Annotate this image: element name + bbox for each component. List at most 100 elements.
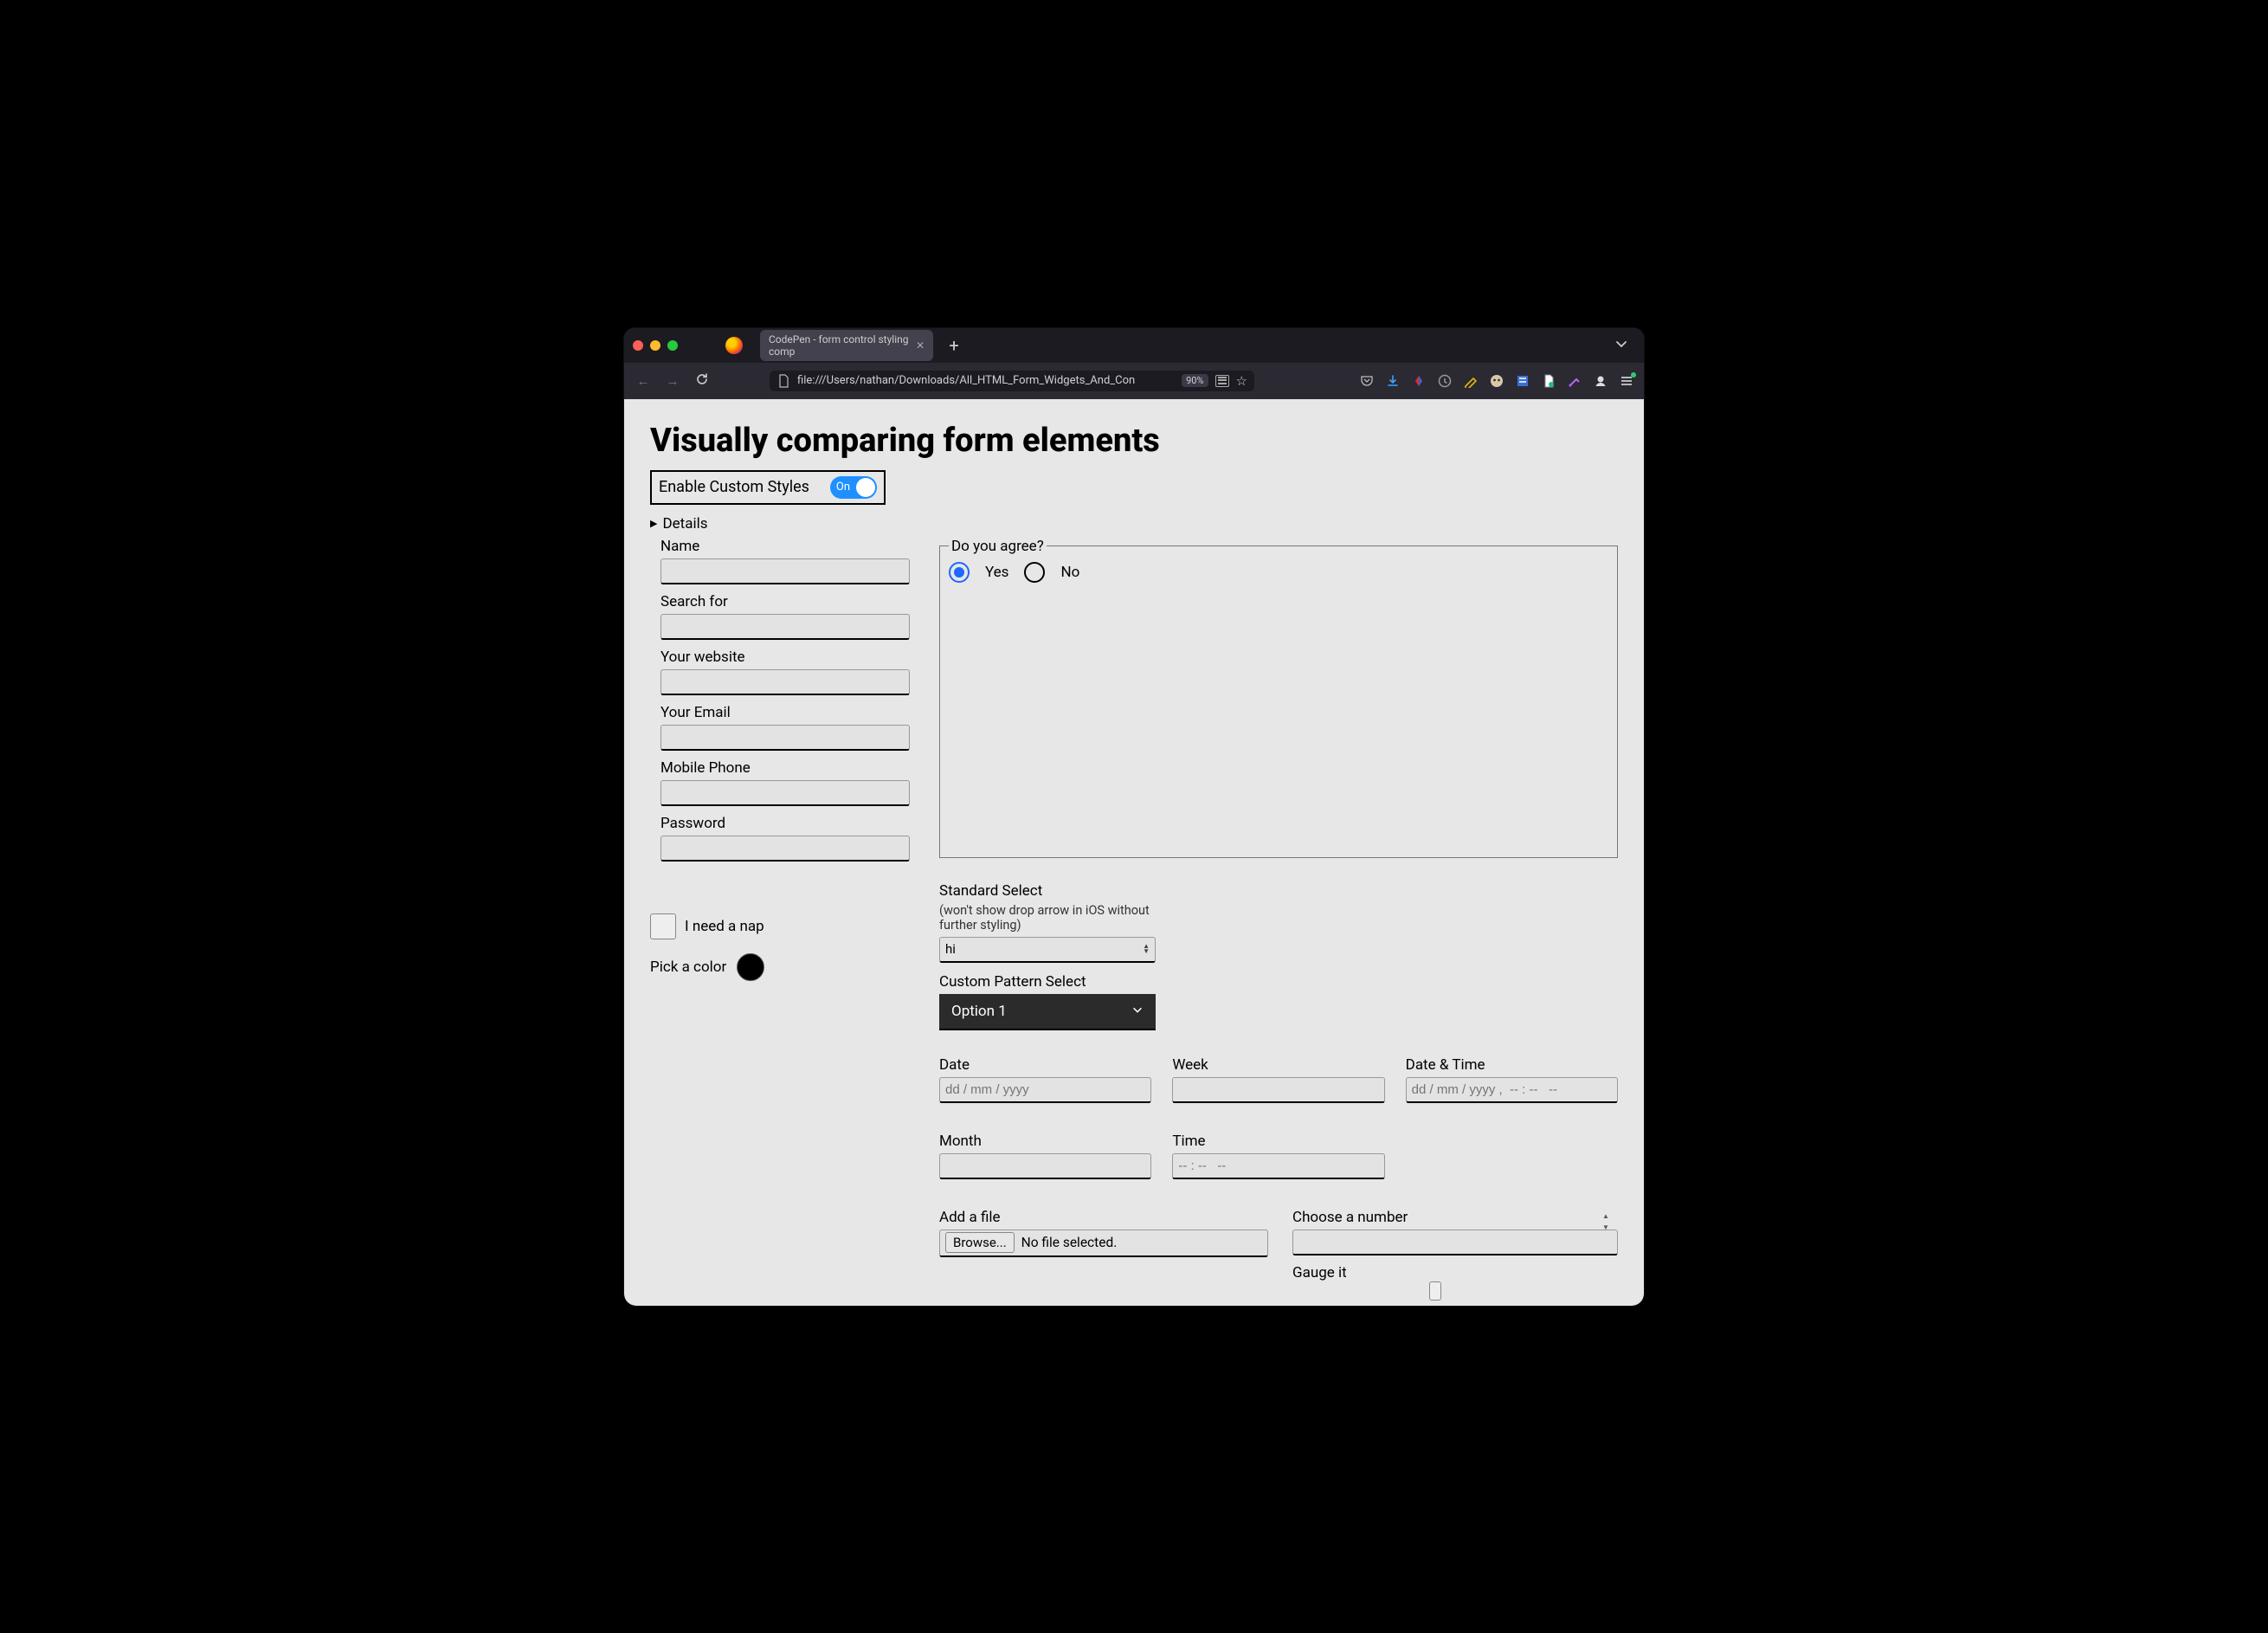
standard-select[interactable]: hi ▲▼	[939, 937, 1156, 963]
ext-icon-7[interactable]	[1568, 374, 1582, 388]
browser-window: CodePen - form control styling comp ✕ + …	[624, 328, 1644, 1306]
number-input[interactable]	[1292, 1230, 1618, 1255]
month-input[interactable]	[939, 1153, 1151, 1179]
custom-styles-switch[interactable]: On	[830, 476, 877, 499]
number-label: Choose a number	[1292, 1209, 1618, 1226]
radio-yes-label: Yes	[985, 564, 1008, 581]
week-input[interactable]	[1172, 1077, 1384, 1103]
file-label: Add a file	[939, 1209, 1268, 1226]
details-label: Details	[662, 515, 707, 532]
switch-knob	[856, 478, 875, 497]
agree-fieldset: Do you agree? Yes No	[939, 538, 1618, 858]
window-controls	[633, 340, 678, 351]
color-input[interactable]	[737, 953, 764, 981]
toggle-label: Enable Custom Styles	[659, 478, 809, 496]
ext-icon-1[interactable]	[1412, 374, 1426, 388]
page-content: Visually comparing form elements Enable …	[624, 399, 1644, 1306]
password-label: Password	[660, 815, 910, 832]
nap-checkbox[interactable]	[650, 913, 676, 939]
selects-column: Standard Select (won't show drop arrow i…	[939, 882, 1156, 1030]
close-tab-icon[interactable]: ✕	[916, 339, 925, 352]
radio-no-label: No	[1060, 564, 1079, 581]
file-icon	[776, 374, 790, 388]
datetime-grid: Date Week Date & Time Month Time	[939, 1056, 1618, 1188]
reload-button[interactable]	[693, 372, 711, 390]
custom-select-label: Custom Pattern Select	[939, 973, 1156, 991]
search-input[interactable]	[660, 614, 910, 640]
number-spinner-icon[interactable]: ▲▼	[1602, 1212, 1614, 1231]
slider-thumb[interactable]	[1429, 1281, 1441, 1301]
select-arrows-icon: ▲▼	[1143, 944, 1150, 954]
close-window-button[interactable]	[633, 340, 643, 351]
url-text: file:///Users/nathan/Downloads/All_HTML_…	[797, 374, 1175, 387]
datetime-label: Date & Time	[1406, 1056, 1618, 1074]
mid-column: I need a nap Pick a color	[650, 870, 910, 1030]
ext-icon-2[interactable]	[1438, 374, 1452, 388]
date-input[interactable]	[939, 1077, 1151, 1103]
back-button[interactable]: ←	[635, 373, 652, 389]
custom-styles-toggle-box: Enable Custom Styles On	[650, 470, 886, 505]
agree-legend: Do you agree?	[949, 538, 1047, 555]
text-inputs-column: Name Search for Your website Your Email …	[650, 538, 910, 870]
disclosure-triangle-icon: ▶	[650, 518, 657, 529]
email-label: Your Email	[660, 704, 910, 721]
tabs-dropdown-icon[interactable]	[1614, 337, 1628, 354]
bookmark-star-icon[interactable]: ☆	[1236, 373, 1247, 389]
password-input[interactable]	[660, 836, 910, 862]
downloads-icon[interactable]	[1386, 374, 1400, 388]
page-heading: Visually comparing form elements	[650, 422, 1618, 460]
custom-select[interactable]: Option 1	[939, 994, 1156, 1030]
ext-icon-8[interactable]	[1594, 374, 1608, 388]
switch-state: On	[836, 481, 850, 494]
file-input[interactable]: Browse... No file selected.	[939, 1230, 1268, 1257]
nap-label: I need a nap	[685, 918, 764, 935]
firefox-logo-icon	[725, 337, 743, 354]
toolbar-extensions	[1360, 374, 1633, 388]
name-label: Name	[660, 538, 910, 555]
tab-strip: CodePen - form control styling comp ✕ +	[624, 328, 1644, 363]
datetime-input[interactable]	[1406, 1077, 1618, 1103]
tab-title: CodePen - form control styling comp	[769, 333, 909, 358]
nav-toolbar: ← → file:///Users/nathan/Downloads/All_H…	[624, 363, 1644, 399]
month-label: Month	[939, 1133, 1151, 1150]
color-label: Pick a color	[650, 958, 726, 976]
search-label: Search for	[660, 593, 910, 610]
phone-input[interactable]	[660, 780, 910, 806]
standard-select-label: Standard Select	[939, 882, 1156, 900]
new-tab-button[interactable]: +	[942, 335, 966, 356]
file-status: No file selected.	[1021, 1235, 1118, 1250]
pocket-icon[interactable]	[1360, 374, 1374, 388]
ext-icon-4[interactable]	[1490, 374, 1504, 388]
website-input[interactable]	[660, 669, 910, 695]
phone-label: Mobile Phone	[660, 759, 910, 777]
date-label: Date	[939, 1056, 1151, 1074]
radio-yes[interactable]	[949, 562, 970, 583]
forward-button[interactable]: →	[664, 373, 681, 389]
browse-button[interactable]: Browse...	[945, 1232, 1015, 1253]
browser-tab[interactable]: CodePen - form control styling comp ✕	[760, 330, 933, 361]
url-bar[interactable]: file:///Users/nathan/Downloads/All_HTML_…	[770, 371, 1254, 391]
minimize-window-button[interactable]	[650, 340, 660, 351]
ext-icon-5[interactable]	[1516, 374, 1530, 388]
standard-select-value: hi	[945, 941, 956, 957]
range-slider[interactable]	[1292, 1287, 1618, 1297]
radio-no[interactable]	[1024, 562, 1045, 583]
custom-select-value: Option 1	[951, 1003, 1007, 1020]
ext-icon-6[interactable]	[1542, 374, 1556, 388]
ext-icon-3[interactable]	[1464, 374, 1478, 388]
details-disclosure[interactable]: ▶ Details	[650, 515, 1618, 532]
week-label: Week	[1172, 1056, 1384, 1074]
name-input[interactable]	[660, 558, 910, 584]
email-input[interactable]	[660, 725, 910, 751]
time-input[interactable]	[1172, 1153, 1384, 1179]
website-label: Your website	[660, 649, 910, 666]
zoom-badge[interactable]: 90%	[1182, 374, 1208, 387]
maximize-window-button[interactable]	[667, 340, 678, 351]
time-label: Time	[1172, 1133, 1384, 1150]
bottom-grid: Add a file Browse... No file selected. C…	[939, 1209, 1618, 1306]
reader-mode-icon[interactable]	[1215, 375, 1229, 387]
standard-select-note: (won't show drop arrow in iOS without fu…	[939, 903, 1156, 933]
chevron-down-icon	[1131, 1003, 1144, 1020]
gauge-label: Gauge it	[1292, 1264, 1618, 1281]
menu-icon[interactable]	[1620, 374, 1633, 388]
